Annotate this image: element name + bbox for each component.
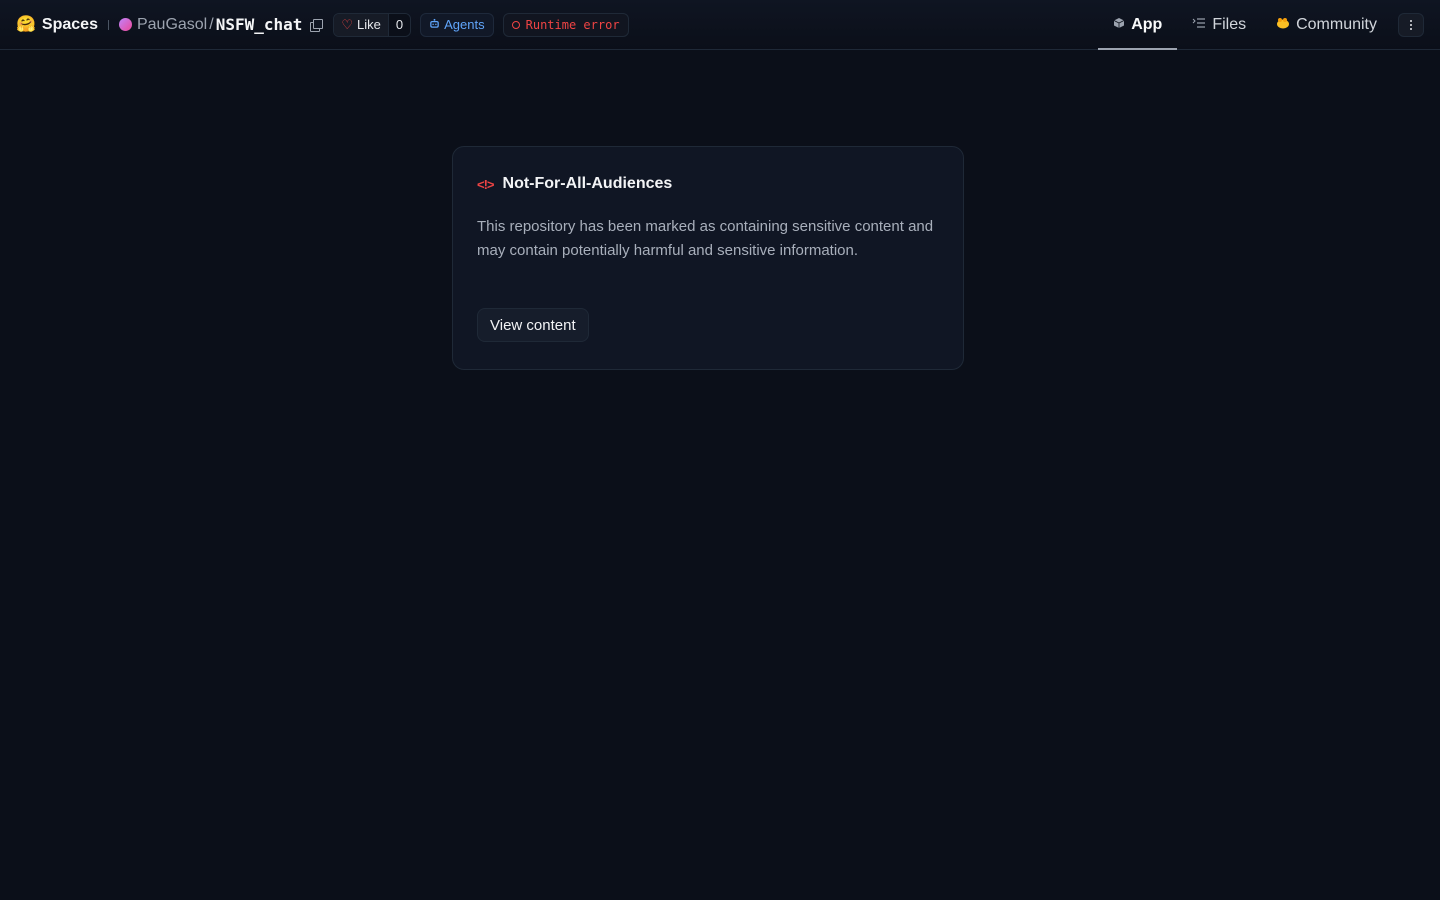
like-count[interactable]: 0: [387, 13, 411, 36]
card-title: Not-For-All-Audiences: [502, 175, 673, 192]
more-options-button[interactable]: [1398, 12, 1424, 37]
error-status-icon: [511, 20, 520, 29]
tab-files-label: Files: [1212, 15, 1247, 33]
agents-label: Agents: [444, 17, 485, 32]
breadcrumb-separator: /: [209, 15, 214, 33]
robot-icon: [429, 17, 440, 32]
like-widget: ♡ Like 0: [333, 12, 412, 37]
runtime-status-badge[interactable]: Runtime error: [502, 12, 629, 37]
files-icon: [1192, 17, 1206, 32]
nsfw-warning-card: <!> Not-For-All-Audiences This repositor…: [452, 146, 964, 370]
owner-link[interactable]: PauGasol: [137, 16, 207, 34]
community-icon: [1276, 17, 1290, 32]
tab-files[interactable]: Files: [1177, 0, 1261, 50]
runtime-status-label: Runtime error: [525, 17, 620, 32]
repo-breadcrumb: PauGasol / NSFW_chat: [118, 15, 324, 34]
tab-community-label: Community: [1296, 15, 1377, 33]
heart-icon: ♡: [341, 16, 354, 32]
top-navigation-bar: 🤗 Spaces PauGasol / NSFW_chat ♡ Like 0 A…: [0, 0, 1440, 50]
agents-button[interactable]: Agents: [420, 12, 494, 37]
spaces-home-link[interactable]: 🤗 Spaces: [16, 16, 98, 34]
tab-community[interactable]: Community: [1261, 0, 1392, 50]
header-divider: [107, 19, 109, 30]
like-label: Like: [357, 17, 381, 32]
card-description: This repository has been marked as conta…: [477, 218, 934, 259]
hugging-face-logo-icon: 🤗: [16, 15, 36, 33]
repo-name-link[interactable]: NSFW_chat: [216, 15, 303, 34]
tab-app[interactable]: App: [1098, 0, 1178, 50]
warning-icon: <!>: [477, 176, 494, 192]
card-header: <!> Not-For-All-Audiences: [477, 175, 939, 193]
more-vertical-icon: [1410, 23, 1412, 26]
cube-icon: [1113, 17, 1125, 32]
owner-avatar: [118, 18, 132, 31]
copy-icon[interactable]: [310, 19, 324, 32]
tab-app-label: App: [1131, 15, 1163, 33]
header-tabs: App Files Community: [1098, 0, 1440, 50]
like-button[interactable]: ♡ Like: [334, 13, 388, 36]
view-content-button[interactable]: View content: [477, 308, 589, 342]
spaces-label: Spaces: [41, 15, 98, 33]
header-left: 🤗 Spaces PauGasol / NSFW_chat ♡ Like 0 A…: [0, 0, 629, 50]
